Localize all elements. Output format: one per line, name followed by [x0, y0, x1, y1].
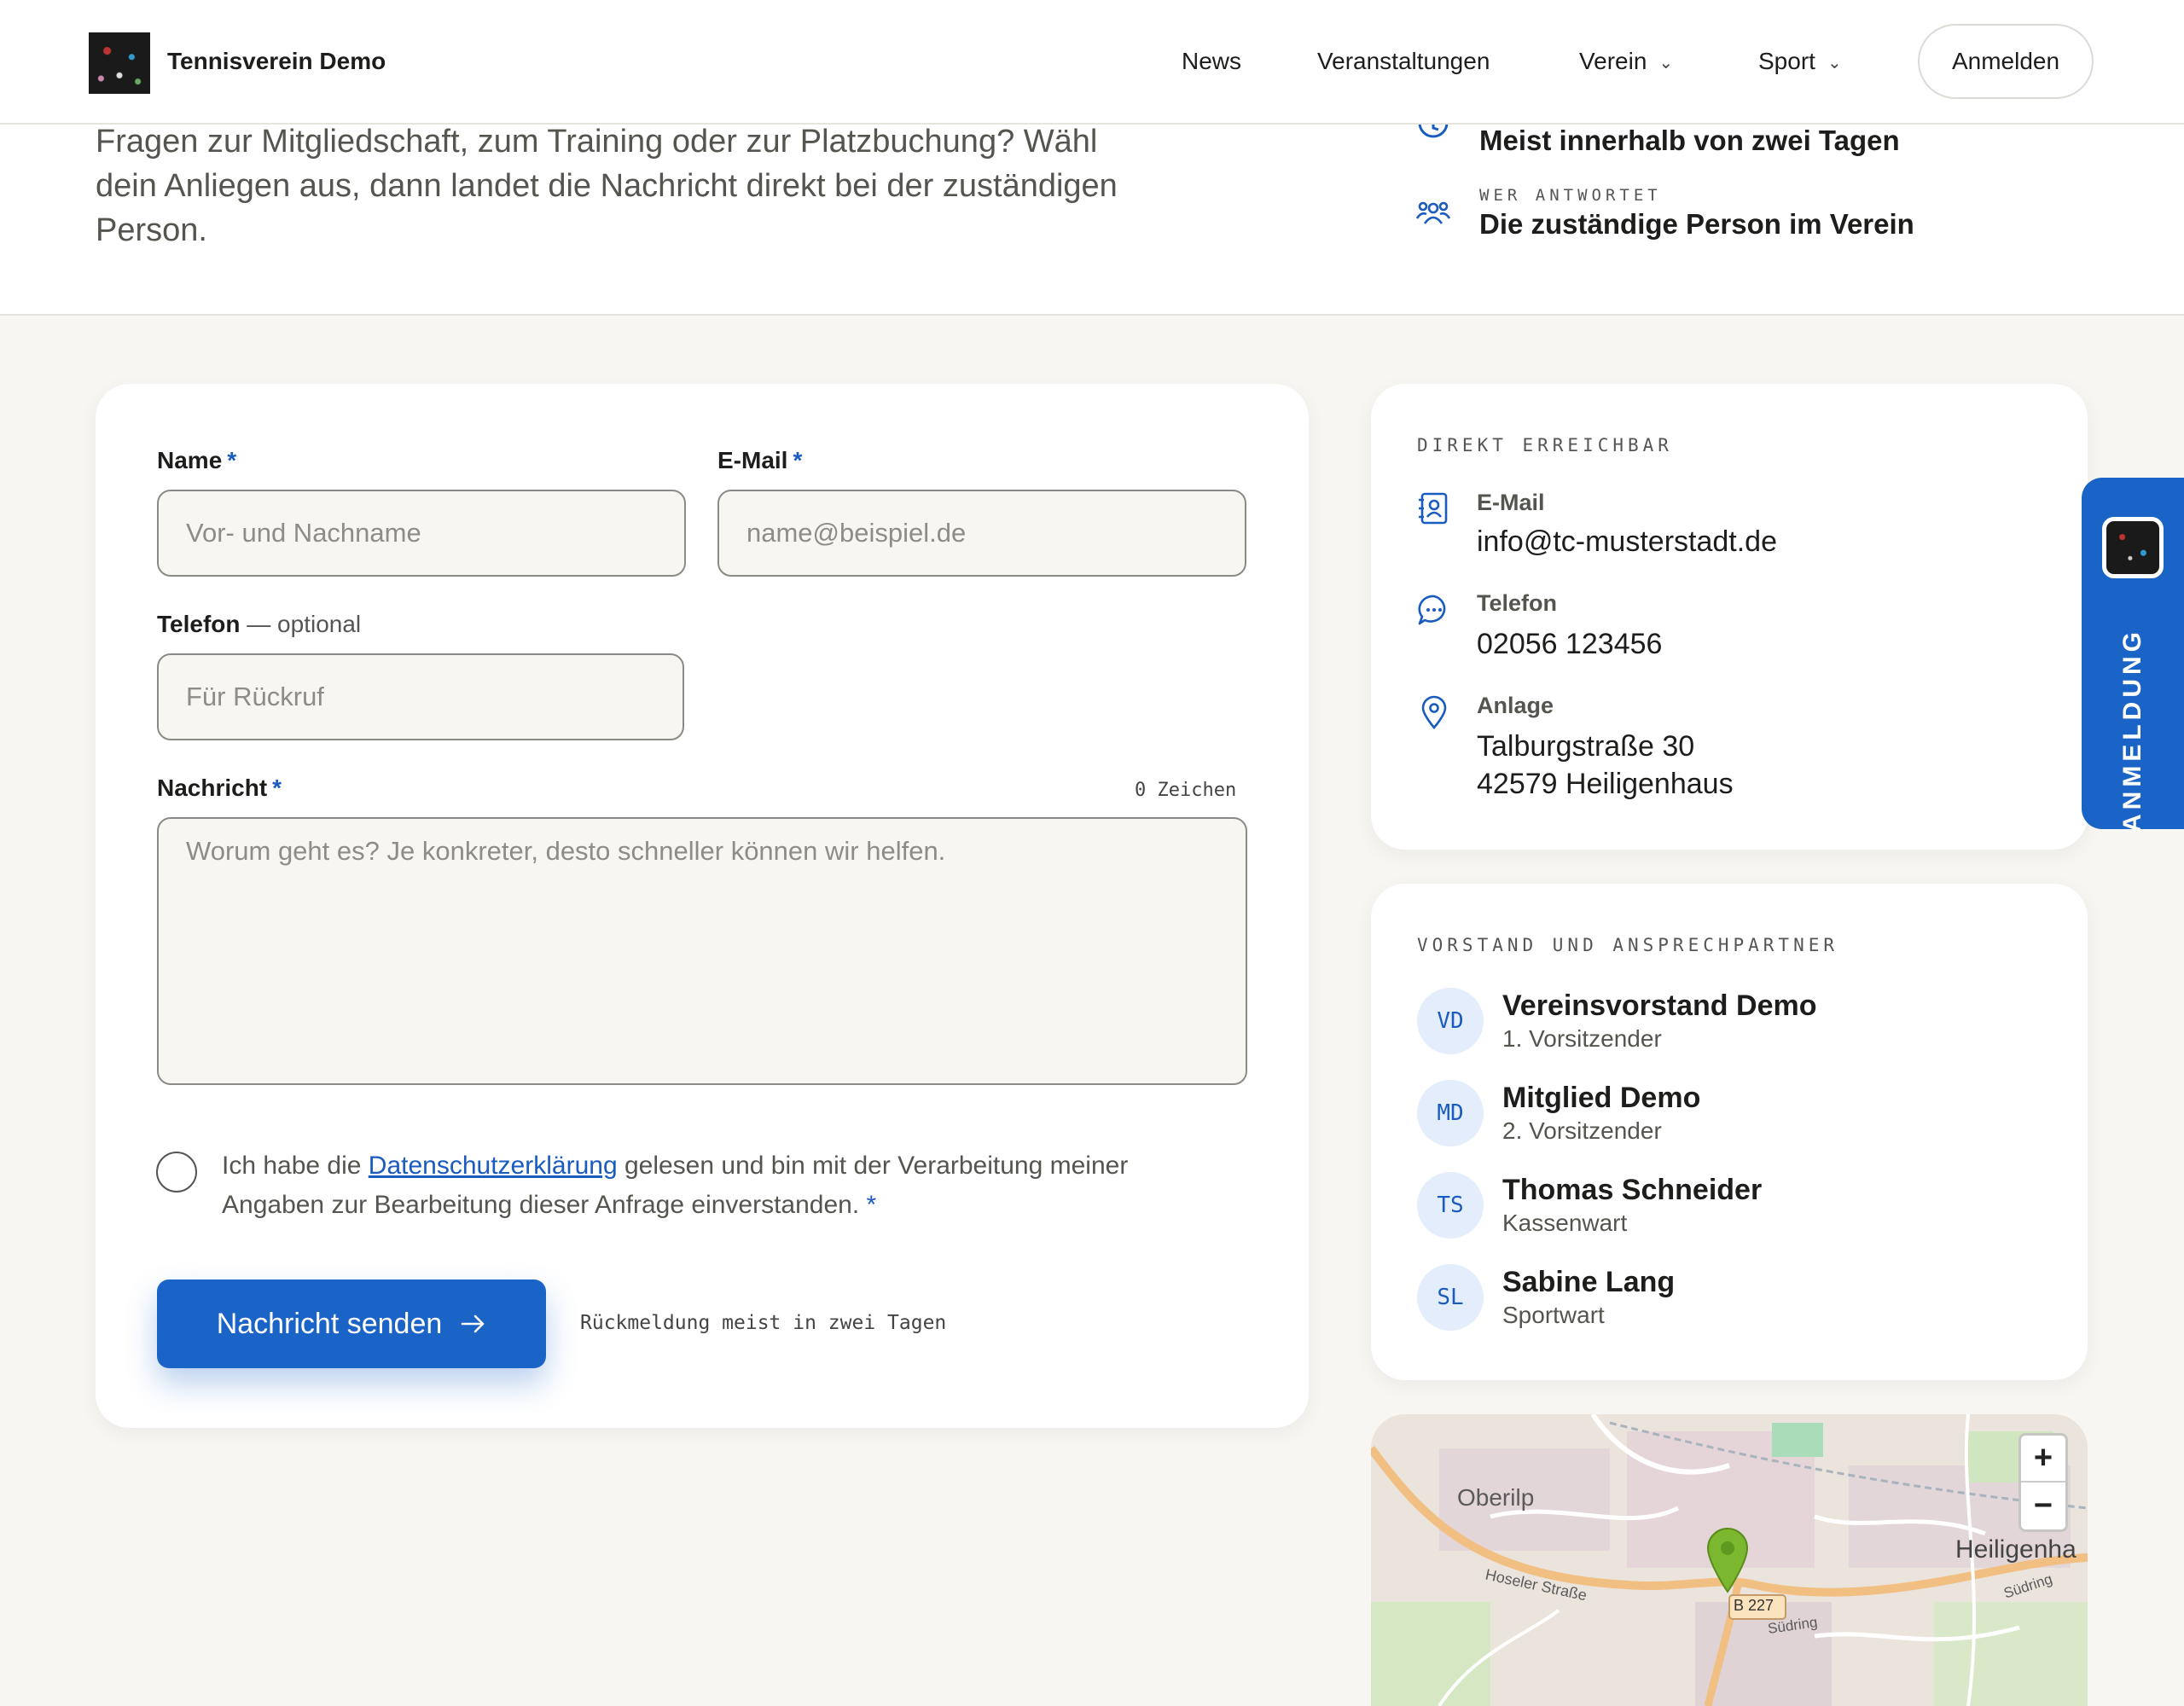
privacy-consent-checkbox[interactable] [156, 1152, 197, 1192]
contact-phone-value[interactable]: 02056 123456 [1477, 628, 1662, 661]
person-name: Mitglied Demo [1502, 1082, 1701, 1114]
phone-input[interactable] [157, 653, 684, 740]
response-time-note: Rückmeldung meist in zwei Tagen [580, 1312, 947, 1334]
nav-item-label: Veranstaltungen [1317, 48, 1490, 74]
person-role: 2. Vorsitzender [1502, 1117, 1662, 1144]
contact-book-icon [1419, 492, 1448, 525]
board-contacts-kicker: VORSTAND UND ANSPRECHPARTNER [1417, 935, 1839, 955]
nav-item-sport[interactable]: Sport ⌄ [1758, 48, 1842, 75]
person-role: Kassenwart [1502, 1210, 1628, 1236]
map-marker-icon[interactable] [1705, 1525, 1750, 1593]
message-textarea[interactable] [157, 817, 1247, 1085]
email-label: E-Mail * [717, 447, 803, 473]
nav-item-label: Verein [1579, 48, 1647, 74]
who-answers-kicker: WER ANTWORTET [1479, 186, 1662, 205]
person-name: Sabine Lang [1502, 1266, 1676, 1298]
chevron-down-icon: ⌄ [1658, 54, 1674, 73]
nav-item-label: Sport [1758, 48, 1815, 74]
avatar: SL [1417, 1264, 1484, 1331]
top-navigation-bar: Tennisverein Demo News Veranstaltungen V… [0, 0, 2184, 125]
login-button[interactable]: Anmelden [1918, 24, 2094, 99]
privacy-consent-text: Ich habe die Datenschutzerklärung gelese… [222, 1152, 1129, 1219]
registration-side-tab[interactable]: ANMELDUNG [2082, 478, 2184, 833]
contact-address-city: 42579 Heiligenhaus [1477, 768, 1734, 800]
contact-address-street: Talburgstraße 30 [1477, 730, 1695, 763]
contact-phone-label: Telefon [1477, 590, 1557, 616]
map-zoom-control: + − [2018, 1433, 2068, 1532]
nav-item-news[interactable]: News [1182, 48, 1241, 75]
direct-contact-kicker: DIREKT ERREICHBAR [1417, 435, 1673, 456]
hero-intro-text: Fragen zur Mitgliedschaft, zum Training … [96, 124, 1118, 248]
name-input[interactable] [157, 490, 686, 577]
send-message-button[interactable]: Nachricht senden [157, 1280, 546, 1368]
zoom-out-button[interactable]: − [2021, 1483, 2065, 1529]
map-label-oberilp: Oberilp [1457, 1484, 1535, 1511]
contact-email-value[interactable]: info@tc-musterstadt.de [1477, 525, 1777, 559]
name-label: Name * [157, 447, 237, 473]
brand-name[interactable]: Tennisverein Demo [167, 48, 386, 75]
person-role: Sportwart [1502, 1302, 1605, 1328]
email-input[interactable] [717, 490, 1246, 577]
privacy-policy-link[interactable]: Datenschutzerklärung [369, 1152, 618, 1180]
club-logo [2102, 517, 2164, 578]
character-counter: 0 Zeichen [1135, 780, 1237, 801]
message-label: Nachricht * [157, 775, 282, 801]
contact-address-label: Anlage [1477, 693, 1554, 718]
person-name: Thomas Schneider [1502, 1174, 1763, 1206]
people-icon [1416, 201, 1450, 224]
registration-tab-label: ANMELDUNG [2118, 628, 2146, 833]
avatar: TS [1417, 1172, 1484, 1239]
avatar: VD [1417, 988, 1484, 1054]
response-time-value: Meist innerhalb von zwei Tagen [1479, 125, 1900, 156]
person-name: Vereinsvorstand Demo [1502, 989, 1817, 1022]
chevron-down-icon: ⌄ [1827, 54, 1842, 73]
map-label-heiligenhaus: Heiligenha [1955, 1535, 2077, 1564]
map-label-b227: B 227 [1734, 1597, 1774, 1614]
nav-item-label: News [1182, 48, 1242, 74]
phone-label: Telefon — optional [157, 611, 362, 637]
arrow-right-icon [461, 1314, 485, 1333]
zoom-in-button[interactable]: + [2021, 1436, 2065, 1483]
chat-bubble-icon [1418, 595, 1446, 625]
club-logo[interactable] [89, 32, 150, 94]
avatar: MD [1417, 1080, 1484, 1146]
location-pin-icon [1421, 695, 1447, 729]
nav-item-verein[interactable]: Verein ⌄ [1579, 48, 1673, 75]
who-answers-value: Die zuständige Person im Verein [1479, 208, 1914, 240]
person-role: 1. Vorsitzender [1502, 1025, 1662, 1052]
nav-item-veranstaltungen[interactable]: Veranstaltungen [1317, 48, 1490, 75]
contact-email-label: E-Mail [1477, 490, 1545, 515]
send-button-label: Nachricht senden [216, 1307, 443, 1340]
